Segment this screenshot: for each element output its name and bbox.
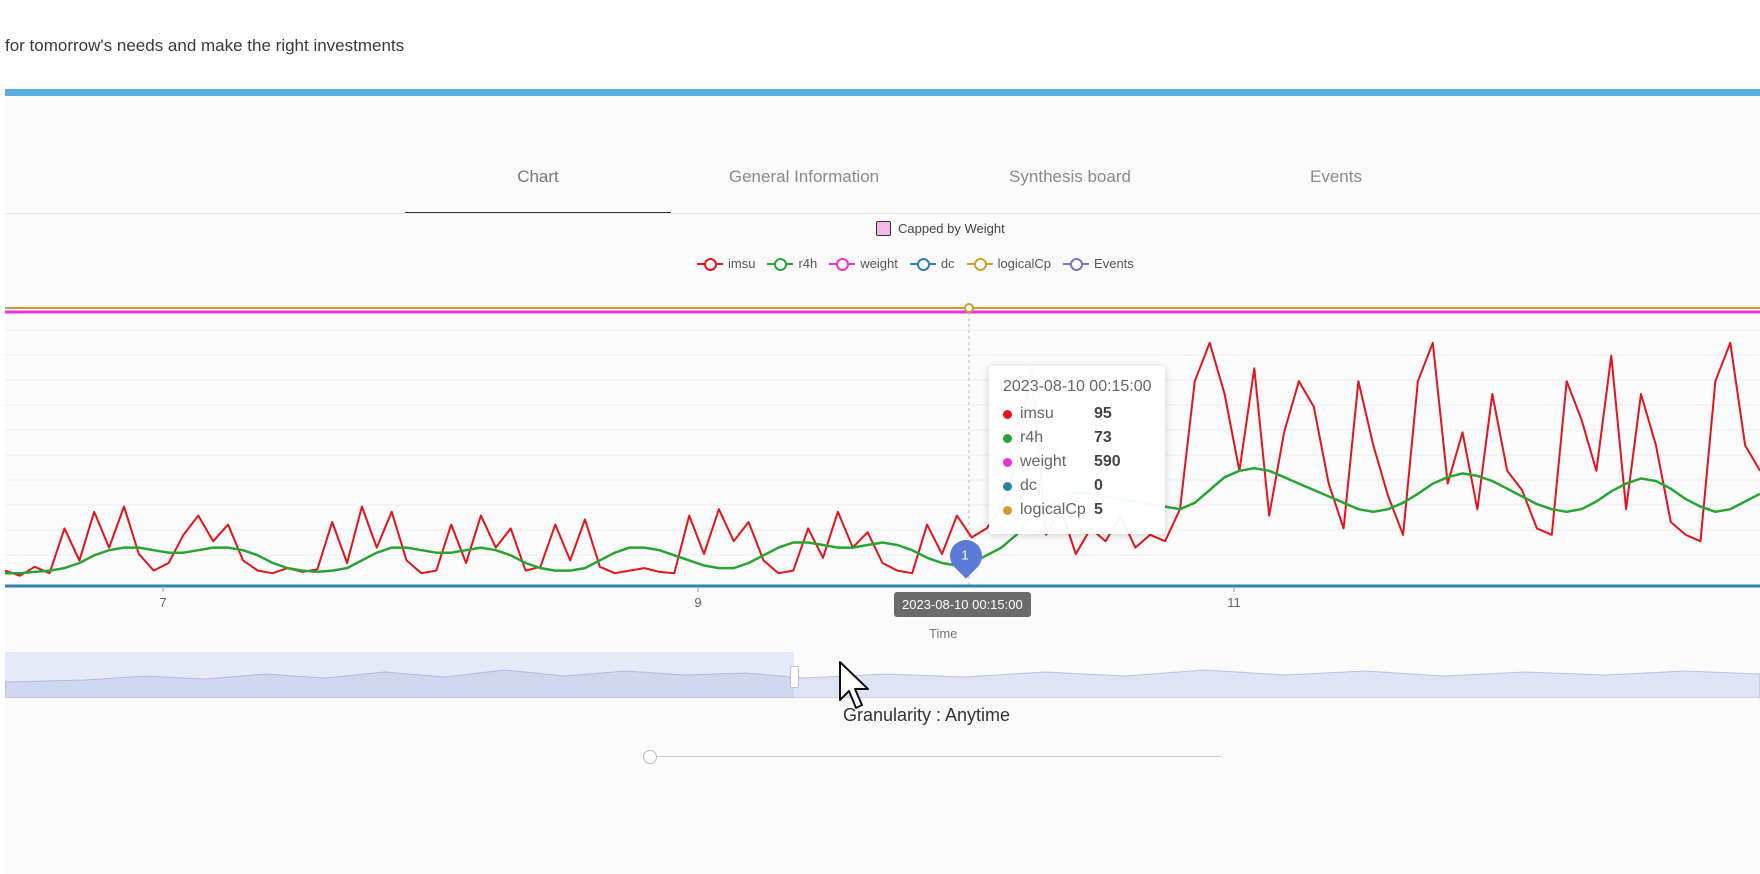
x-tick-label: 11 bbox=[1227, 595, 1241, 610]
legend-marker-icon bbox=[767, 257, 794, 271]
series-dot-icon bbox=[1003, 457, 1012, 467]
crosshair-point bbox=[964, 303, 974, 313]
top-accent-bar bbox=[5, 89, 1760, 96]
legend-item-logicalcp[interactable]: logicalCp bbox=[966, 256, 1052, 271]
tooltip-series-value: 590 bbox=[1094, 453, 1121, 470]
chart-legend: imsu r4h weight dc logicalCp Events bbox=[697, 256, 1134, 271]
tab-general-information[interactable]: General Information bbox=[671, 150, 937, 214]
tooltip-series-value: 0 bbox=[1094, 477, 1103, 494]
tooltip-row-logicalcp: logicalCp 5 bbox=[1003, 498, 1151, 522]
navigator-handle[interactable] bbox=[790, 666, 799, 688]
legend-label: dc bbox=[940, 256, 955, 271]
tooltip-series-value: 73 bbox=[1094, 429, 1112, 446]
series-dot-icon bbox=[1003, 481, 1012, 491]
tab-bar: Chart General Information Synthesis boar… bbox=[405, 150, 1740, 214]
granularity-slider-thumb[interactable] bbox=[643, 750, 657, 764]
x-axis-title: Time bbox=[929, 626, 958, 641]
tooltip-series-value: 5 bbox=[1094, 501, 1103, 518]
tab-chart[interactable]: Chart bbox=[405, 150, 671, 214]
tooltip-series-name: dc bbox=[1020, 477, 1037, 494]
x-axis-crosshair-label: 2023-08-10 00:15:00 bbox=[894, 592, 1031, 617]
tab-synthesis-board[interactable]: Synthesis board bbox=[937, 150, 1203, 214]
tooltip-series-name: imsu bbox=[1020, 405, 1054, 422]
intro-text: for tomorrow's needs and make the right … bbox=[5, 36, 405, 55]
chart-tooltip: 2023-08-10 00:15:00 imsu 95 r4h 73 weight 5… bbox=[989, 366, 1165, 534]
legend-marker-icon bbox=[1063, 257, 1090, 271]
legend-marker-icon bbox=[697, 257, 723, 271]
legend-label: logicalCp bbox=[997, 256, 1052, 271]
x-tick-label: 9 bbox=[694, 595, 701, 610]
capped-label: Capped by Weight bbox=[898, 221, 1005, 236]
tooltip-row-weight: weight 590 bbox=[1003, 450, 1151, 474]
capped-by-weight-legend[interactable]: Capped by Weight bbox=[876, 221, 1005, 236]
legend-marker-icon bbox=[829, 257, 856, 271]
legend-item-r4h[interactable]: r4h bbox=[767, 256, 817, 271]
legend-label: Events bbox=[1094, 256, 1134, 271]
tooltip-title: 2023-08-10 00:15:00 bbox=[1003, 378, 1152, 395]
tabs-divider bbox=[5, 213, 1760, 214]
navigator-selection-window[interactable] bbox=[5, 652, 794, 698]
series-dot-icon bbox=[1003, 433, 1012, 443]
legend-label: r4h bbox=[798, 256, 818, 271]
series-line-r4h bbox=[5, 466, 1760, 575]
granularity-slider-track[interactable] bbox=[650, 756, 1222, 757]
legend-marker-icon bbox=[909, 257, 936, 271]
tab-events[interactable]: Events bbox=[1203, 150, 1469, 214]
series-dot-icon bbox=[1003, 505, 1012, 515]
legend-item-dc[interactable]: dc bbox=[909, 256, 955, 271]
tooltip-series-name: r4h bbox=[1020, 429, 1044, 446]
tooltip-row-imsu: imsu 95 bbox=[1003, 402, 1151, 426]
tooltip-series-name: weight bbox=[1020, 453, 1067, 470]
line-chart[interactable]: 7 9 11 bbox=[0, 290, 1760, 610]
tooltip-series-value: 95 bbox=[1094, 405, 1112, 422]
mouse-pointer-icon bbox=[839, 661, 869, 709]
legend-label: imsu bbox=[728, 256, 756, 271]
tooltip-row-dc: dc 0 bbox=[1003, 474, 1151, 498]
series-dot-icon bbox=[1003, 409, 1012, 419]
tooltip-row-r4h: r4h 73 bbox=[1003, 426, 1151, 450]
legend-item-imsu[interactable]: imsu bbox=[697, 256, 755, 271]
legend-item-events[interactable]: Events bbox=[1063, 256, 1134, 271]
series-line-imsu bbox=[4, 341, 1760, 577]
event-marker-label: 1 bbox=[961, 547, 969, 563]
capped-swatch bbox=[876, 221, 891, 236]
legend-label: weight bbox=[860, 256, 898, 271]
legend-marker-icon bbox=[966, 257, 993, 271]
legend-item-weight[interactable]: weight bbox=[829, 256, 898, 271]
x-tick-label: 7 bbox=[159, 595, 166, 610]
tooltip-series-name: logicalCp bbox=[1020, 501, 1086, 518]
